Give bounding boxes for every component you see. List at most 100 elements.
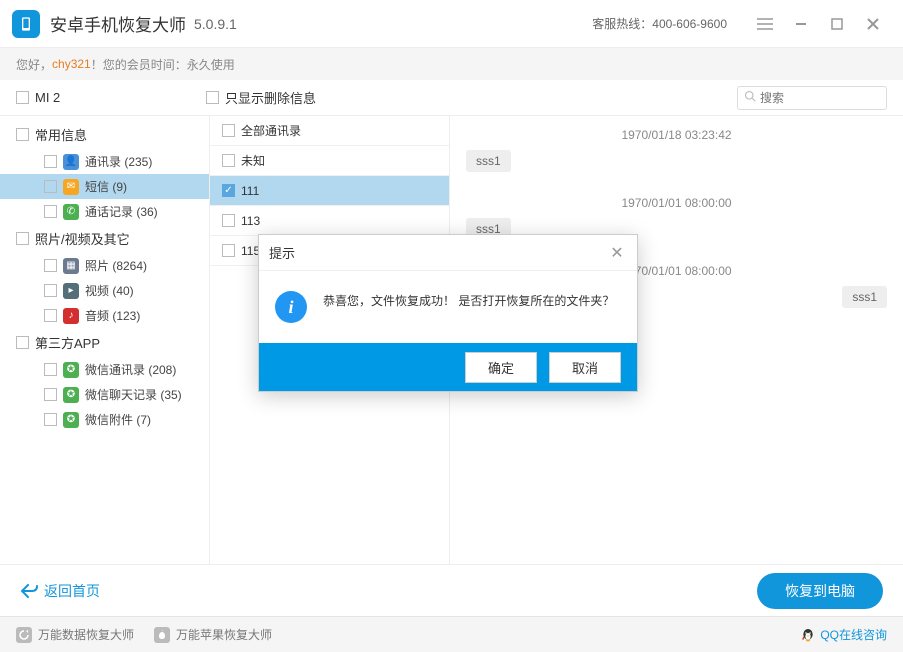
item-checkbox[interactable] — [44, 259, 57, 272]
status-label: 万能数据恢复大师 — [38, 626, 134, 643]
app-icon — [12, 10, 40, 38]
row-label: 未知 — [241, 152, 265, 169]
hotline: 客服热线：400-606-9600 — [592, 15, 727, 32]
category-checkbox[interactable] — [16, 232, 29, 245]
qq-icon — [800, 627, 816, 643]
back-label: 返回首页 — [44, 581, 100, 601]
app-title: 安卓手机恢复大师 — [50, 11, 186, 36]
ok-button[interactable]: 确定 — [465, 352, 537, 383]
footer: 返回首页 恢复到电脑 — [0, 564, 903, 616]
modal-close-button[interactable]: ✕ — [607, 243, 627, 263]
sidebar-item[interactable]: ▦ 照片 (8264) — [0, 253, 209, 278]
item-label: 通讯录 (235) — [85, 153, 152, 170]
modal-dialog: 提示 ✕ i 恭喜您，文件恢复成功！ 是否打开恢复所在的文件夹？ 确定 取消 — [258, 234, 638, 392]
status-item-data-recovery[interactable]: 万能数据恢复大师 — [16, 626, 134, 643]
item-checkbox[interactable] — [44, 155, 57, 168]
minimize-button[interactable] — [783, 6, 819, 42]
photo-icon: ▦ — [63, 258, 79, 274]
row-label: 113 — [241, 214, 260, 228]
item-label: 照片 (8264) — [85, 257, 147, 274]
conversation-row[interactable]: 未知 — [210, 146, 449, 176]
row-checkbox[interactable] — [222, 184, 235, 197]
app-version: 5.0.9.1 — [194, 16, 237, 32]
contacts-icon: 👤 — [63, 154, 79, 170]
cancel-button[interactable]: 取消 — [549, 352, 621, 383]
titlebar: 安卓手机恢复大师 5.0.9.1 客服热线：400-606-9600 — [0, 0, 903, 48]
item-checkbox[interactable] — [44, 309, 57, 322]
menu-button[interactable] — [747, 6, 783, 42]
modal-footer: 确定 取消 — [259, 343, 637, 391]
close-button[interactable] — [855, 6, 891, 42]
conversation-row[interactable]: 111 — [210, 176, 449, 206]
wx-icon: ✪ — [63, 412, 79, 428]
item-checkbox[interactable] — [44, 205, 57, 218]
category-header[interactable]: 照片/视频及其它 — [0, 224, 209, 253]
qq-label: QQ在线咨询 — [820, 626, 887, 643]
username: chy321 — [52, 57, 91, 71]
row-label: 全部通讯录 — [241, 122, 301, 139]
only-deleted-label: 只显示删除信息 — [225, 88, 316, 107]
item-checkbox[interactable] — [44, 388, 57, 401]
message-time: 1970/01/18 03:23:42 — [466, 128, 887, 142]
sidebar-item[interactable]: ✆通话记录 (36) — [0, 199, 209, 224]
status-label: 万能苹果恢复大师 — [176, 626, 272, 643]
sidebar-item[interactable]: ✪ 微信聊天记录 (35) — [0, 382, 209, 407]
sms-icon: ✉ — [63, 179, 79, 195]
category-header[interactable]: 第三方APP — [0, 328, 209, 357]
sidebar-item[interactable]: ✪ 微信通讯录 (208) — [0, 357, 209, 382]
category-label: 常用信息 — [35, 125, 87, 144]
sidebar-item[interactable]: 👤 通讯录 (235) — [0, 149, 209, 174]
greeting-suffix: ！您的会员时间：永久使用 — [91, 56, 235, 73]
item-label: 通话记录 (36) — [85, 203, 158, 220]
sidebar-item[interactable]: ♪ 音频 (123) — [0, 303, 209, 328]
category-checkbox[interactable] — [16, 336, 29, 349]
category-header[interactable]: 常用信息 — [0, 120, 209, 149]
back-button[interactable]: 返回首页 — [20, 581, 100, 601]
category-label: 第三方APP — [35, 333, 100, 352]
item-checkbox[interactable] — [44, 180, 57, 193]
item-checkbox[interactable] — [44, 284, 57, 297]
wx-icon: ✪ — [63, 387, 79, 403]
item-checkbox[interactable] — [44, 363, 57, 376]
category-label: 照片/视频及其它 — [35, 229, 130, 248]
device-label: MI 2 — [35, 90, 60, 105]
message-bubble: sss1 — [842, 286, 887, 308]
row-checkbox[interactable] — [222, 124, 235, 137]
apple-icon — [154, 627, 170, 643]
item-label: 短信 (9) — [85, 178, 127, 195]
status-item-apple-recovery[interactable]: 万能苹果恢复大师 — [154, 626, 272, 643]
message-bubble: sss1 — [466, 150, 511, 172]
recover-button[interactable]: 恢复到电脑 — [757, 573, 883, 609]
category-checkbox[interactable] — [16, 128, 29, 141]
video-icon: ▸ — [63, 283, 79, 299]
item-label: 音频 (123) — [85, 307, 140, 324]
sidebar-item[interactable]: ▸视频 (40) — [0, 278, 209, 303]
modal-header: 提示 ✕ — [259, 235, 637, 271]
row-checkbox[interactable] — [222, 214, 235, 227]
data-recovery-icon — [16, 627, 32, 643]
userbar: 您好， chy321 ！您的会员时间：永久使用 — [0, 48, 903, 80]
item-checkbox[interactable] — [44, 413, 57, 426]
conversation-row[interactable]: 全部通讯录 — [210, 116, 449, 146]
wx-icon: ✪ — [63, 362, 79, 378]
info-icon: i — [275, 291, 307, 323]
modal-message: 恭喜您，文件恢复成功！ 是否打开恢复所在的文件夹？ — [323, 291, 614, 323]
only-deleted-checkbox[interactable] — [206, 91, 219, 104]
sidebar-item[interactable]: ✉ 短信 (9) — [0, 174, 209, 199]
device-checkbox[interactable] — [16, 91, 29, 104]
row-checkbox[interactable] — [222, 154, 235, 167]
conversation-row[interactable]: 113 — [210, 206, 449, 236]
search-box[interactable] — [737, 86, 887, 110]
maximize-button[interactable] — [819, 6, 855, 42]
sidebar-item[interactable]: ✪微信附件 (7) — [0, 407, 209, 432]
audio-icon: ♪ — [63, 308, 79, 324]
item-label: 微信聊天记录 (35) — [85, 386, 182, 403]
search-icon — [744, 89, 756, 107]
row-checkbox[interactable] — [222, 244, 235, 257]
search-input[interactable] — [760, 91, 880, 105]
toolbar: MI 2 只显示删除信息 — [0, 80, 903, 116]
item-label: 微信通讯录 (208) — [85, 361, 176, 378]
qq-support[interactable]: QQ在线咨询 — [800, 626, 887, 643]
message-time: 1970/01/01 08:00:00 — [466, 196, 887, 210]
row-label: 111 — [241, 184, 259, 198]
